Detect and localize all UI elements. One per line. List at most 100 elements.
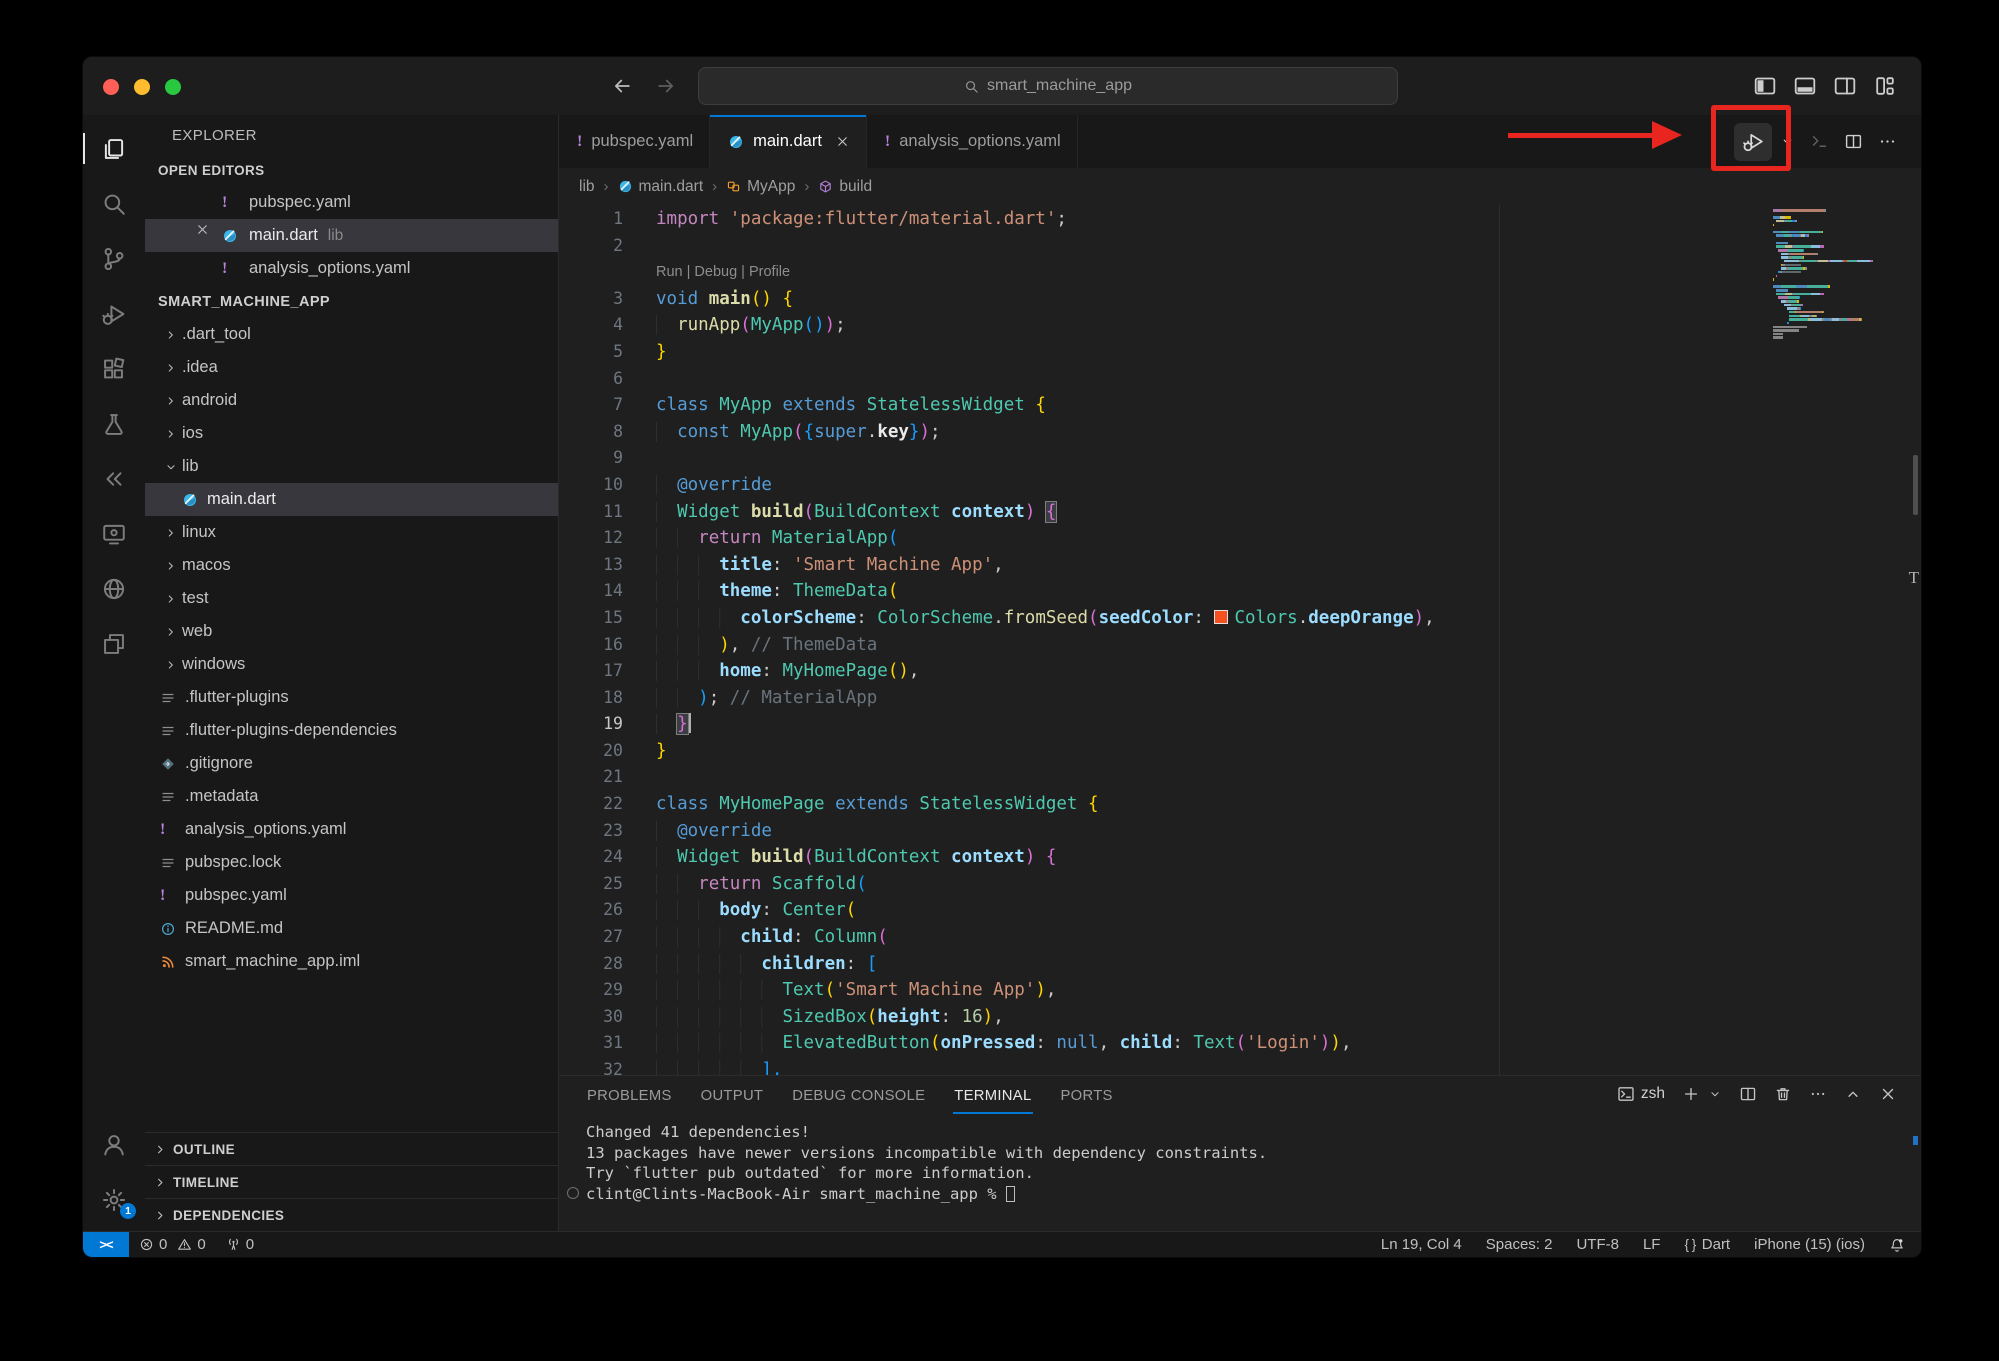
open-editor-main.dart[interactable]: main.dartlib xyxy=(145,219,558,252)
line-number: 16 xyxy=(559,632,623,659)
activity-item-extensions[interactable] xyxy=(83,341,145,396)
panel-tab-output[interactable]: OUTPUT xyxy=(700,1084,765,1108)
close-window-button[interactable] xyxy=(103,79,119,95)
close-button[interactable] xyxy=(1879,1085,1897,1103)
status-notifications[interactable] xyxy=(1889,1237,1905,1253)
activity-item-globe[interactable] xyxy=(83,561,145,616)
minimap[interactable] xyxy=(1773,209,1907,340)
tree-item-.gitignore[interactable]: .gitignore xyxy=(145,747,558,780)
layout-grid-icon[interactable] xyxy=(1873,74,1897,98)
tree-item-.flutter-plugins-dependencies[interactable]: .flutter-plugins-dependencies xyxy=(145,714,558,747)
split-button[interactable] xyxy=(1844,132,1863,151)
tab-pubspec.yaml[interactable]: !pubspec.yaml xyxy=(559,115,710,168)
activity-item-settings[interactable]: 1 xyxy=(83,1172,145,1227)
panel-bottom-icon[interactable] xyxy=(1793,74,1817,98)
tree-item-test[interactable]: test xyxy=(145,582,558,615)
status-device-selector[interactable]: iPhone (15) (ios) xyxy=(1754,1236,1865,1253)
terminal-output[interactable]: Changed 41 dependencies!13 packages have… xyxy=(559,1116,1921,1204)
tree-item-.idea[interactable]: .idea xyxy=(145,351,558,384)
tree-item-linux[interactable]: linux xyxy=(145,516,558,549)
terminal-dim-button[interactable] xyxy=(1810,132,1829,151)
file-label: pubspec.yaml xyxy=(249,193,351,212)
activity-item-search[interactable] xyxy=(83,176,145,231)
terminal-badge-button[interactable]: zsh xyxy=(1617,1085,1665,1103)
open-editors-header[interactable]: OPEN EDITORS xyxy=(145,155,558,186)
ellipsis-button[interactable] xyxy=(1809,1085,1827,1103)
open-editor-pubspec.yaml[interactable]: !pubspec.yaml xyxy=(145,186,558,219)
line-number: 32 xyxy=(559,1057,623,1075)
section-timeline[interactable]: TIMELINE xyxy=(145,1165,558,1198)
tree-item-smart_machine_app.iml[interactable]: smart_machine_app.iml xyxy=(145,945,558,978)
chevron-up-button[interactable] xyxy=(1844,1085,1862,1103)
tree-item-windows[interactable]: windows xyxy=(145,648,558,681)
close-icon[interactable] xyxy=(195,222,222,249)
panel-tab-ports[interactable]: PORTS xyxy=(1060,1084,1114,1108)
tab-analysis_options.yaml[interactable]: !analysis_options.yaml xyxy=(867,115,1078,168)
tree-item-README.md[interactable]: README.md xyxy=(145,912,558,945)
file-tree: .dart_tool.ideaandroidioslibmain.dartlin… xyxy=(145,318,558,978)
scrollbar-thumb[interactable] xyxy=(1913,455,1918,515)
tree-item-.flutter-plugins[interactable]: .flutter-plugins xyxy=(145,681,558,714)
trash-button[interactable] xyxy=(1774,1085,1792,1103)
problems-indicator[interactable]: 00 xyxy=(129,1232,216,1257)
activity-item-references[interactable] xyxy=(83,451,145,506)
terminal-prompt[interactable]: clint@Clints-MacBook-Air smart_machine_a… xyxy=(586,1184,1921,1205)
zoom-window-button[interactable] xyxy=(165,79,181,95)
activity-item-account[interactable] xyxy=(83,1117,145,1172)
line-number: 19 xyxy=(559,711,623,738)
tower-indicator[interactable]: 0 xyxy=(216,1232,264,1257)
tree-item-.dart_tool[interactable]: .dart_tool xyxy=(145,318,558,351)
line-number: 5 xyxy=(559,339,623,366)
activity-item-files[interactable] xyxy=(83,121,145,176)
tab-main.dart[interactable]: main.dart xyxy=(710,115,867,168)
remote-indicator-button[interactable]: >< xyxy=(83,1232,129,1257)
status-eol[interactable]: LF xyxy=(1643,1236,1661,1253)
tree-label: .metadata xyxy=(185,787,258,806)
activity-item-devtools[interactable] xyxy=(83,506,145,561)
breadcrumb-MyApp[interactable]: MyApp xyxy=(726,178,795,196)
tree-item-web[interactable]: web xyxy=(145,615,558,648)
status-encoding[interactable]: UTF-8 xyxy=(1576,1236,1619,1253)
tree-item-analysis_options.yaml[interactable]: !analysis_options.yaml xyxy=(145,813,558,846)
status-cursor-position[interactable]: Ln 19, Col 4 xyxy=(1381,1236,1462,1253)
tree-item-android[interactable]: android xyxy=(145,384,558,417)
tree-item-main.dart[interactable]: main.dart xyxy=(145,483,558,516)
tree-item-macos[interactable]: macos xyxy=(145,549,558,582)
codelens-run-debug-profile[interactable]: Run | Debug | Profile xyxy=(559,259,1921,286)
tree-item-pubspec.lock[interactable]: pubspec.lock xyxy=(145,846,558,879)
open-editor-analysis_options.yaml[interactable]: !analysis_options.yaml xyxy=(145,252,558,285)
panel-tab-problems[interactable]: PROBLEMS xyxy=(586,1084,673,1108)
activity-item-testing[interactable] xyxy=(83,396,145,451)
back-icon[interactable] xyxy=(611,75,633,97)
plus-button[interactable] xyxy=(1682,1085,1700,1103)
project-root-header[interactable]: SMART_MACHINE_APP xyxy=(145,285,558,318)
breadcrumb-main.dart[interactable]: main.dart xyxy=(618,178,704,196)
minimize-window-button[interactable] xyxy=(134,79,150,95)
panel-tab-terminal[interactable]: TERMINAL xyxy=(953,1084,1032,1108)
code-editor[interactable]: 1import 'package:flutter/material.dart';… xyxy=(559,205,1921,1075)
chevron-down-button[interactable] xyxy=(1708,1087,1722,1101)
panel-tab-debug-console[interactable]: DEBUG CONSOLE xyxy=(791,1084,926,1108)
section-dependencies[interactable]: DEPENDENCIES xyxy=(145,1198,558,1231)
forward-icon[interactable] xyxy=(655,75,677,97)
section-outline[interactable]: OUTLINE xyxy=(145,1132,558,1165)
close-icon[interactable] xyxy=(835,134,850,149)
tree-item-ios[interactable]: ios xyxy=(145,417,558,450)
panel-left-icon[interactable] xyxy=(1753,74,1777,98)
command-center-search[interactable]: smart_machine_app xyxy=(698,67,1398,105)
ellipsis-button[interactable] xyxy=(1878,132,1897,151)
tree-item-pubspec.yaml[interactable]: !pubspec.yaml xyxy=(145,879,558,912)
activity-item-source-control[interactable] xyxy=(83,231,145,286)
tree-item-lib[interactable]: lib xyxy=(145,450,558,483)
code-line-28: 28 children: [ xyxy=(559,951,1921,978)
tree-item-.metadata[interactable]: .metadata xyxy=(145,780,558,813)
activity-item-ports[interactable] xyxy=(83,616,145,671)
color-swatch-deep-orange[interactable] xyxy=(1214,610,1228,624)
status-language-mode[interactable]: { }Dart xyxy=(1684,1236,1730,1253)
panel-right-icon[interactable] xyxy=(1833,74,1857,98)
breadcrumb-build[interactable]: build xyxy=(818,178,872,196)
status-indentation[interactable]: Spaces: 2 xyxy=(1486,1236,1553,1253)
split-button[interactable] xyxy=(1739,1085,1757,1103)
activity-item-run-debug[interactable] xyxy=(83,286,145,341)
breadcrumb-lib[interactable]: lib xyxy=(579,178,595,196)
